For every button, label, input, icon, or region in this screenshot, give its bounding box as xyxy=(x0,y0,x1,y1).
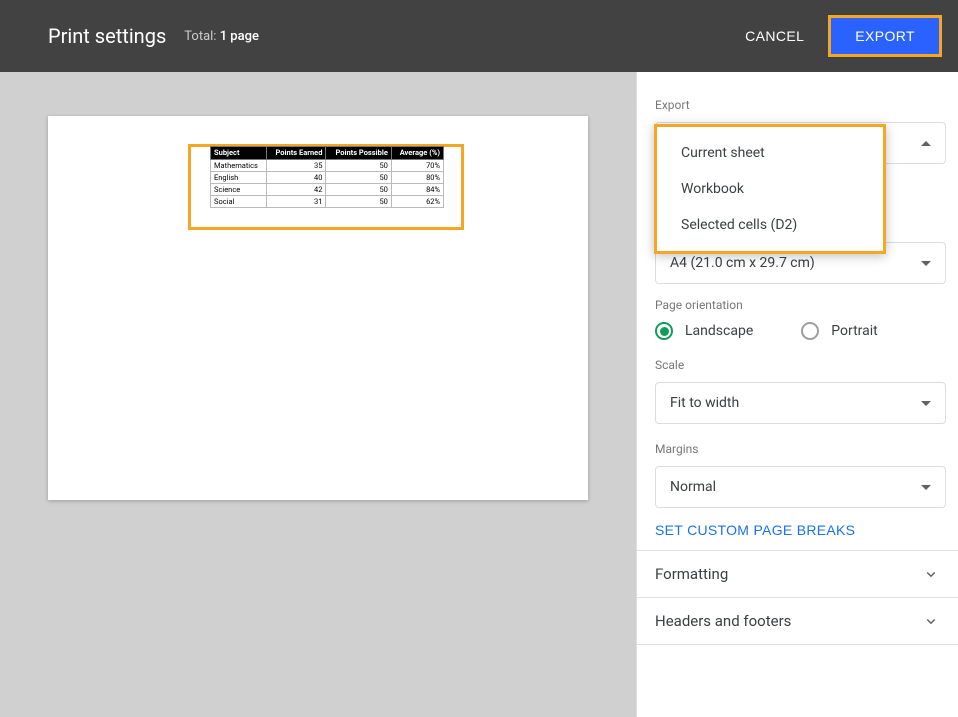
radio-unchecked-icon xyxy=(801,322,819,340)
scale-select[interactable]: Fit to width xyxy=(655,382,946,424)
orientation-landscape-radio[interactable]: Landscape xyxy=(655,322,753,340)
cancel-button[interactable]: CANCEL xyxy=(731,18,818,54)
content: Subject Points Earned Points Possible Av… xyxy=(0,72,958,717)
print-preview-page: Subject Points Earned Points Possible Av… xyxy=(48,116,588,500)
caret-down-icon xyxy=(921,485,931,490)
settings-panel: Export Current sheet Workbook Selected c… xyxy=(636,72,958,717)
export-option-current-sheet[interactable]: Current sheet xyxy=(657,135,883,171)
caret-down-icon xyxy=(921,401,931,406)
chevron-down-icon xyxy=(922,612,940,630)
export-button-highlight: EXPORT xyxy=(828,15,942,57)
caret-up-icon xyxy=(921,141,931,146)
export-section-label: Export xyxy=(655,98,946,112)
set-page-breaks-button[interactable]: SET CUSTOM PAGE BREAKS xyxy=(655,508,855,550)
headers-footers-section[interactable]: Headers and footers xyxy=(655,598,946,644)
total-pages: Total: 1 page xyxy=(184,29,259,44)
export-dropdown: Current sheet Workbook Selected cells (D… xyxy=(654,124,886,254)
formatting-section[interactable]: Formatting xyxy=(655,551,946,597)
export-option-workbook[interactable]: Workbook xyxy=(657,171,883,207)
chevron-down-icon xyxy=(922,565,940,583)
margins-label: Margins xyxy=(655,442,946,456)
table-row: Science425084% xyxy=(211,184,444,196)
table-row: English405080% xyxy=(211,172,444,184)
table-row: Mathematics355070% xyxy=(211,160,444,172)
header: Print settings Total: 1 page CANCEL EXPO… xyxy=(0,0,958,72)
export-select-row: Current sheet Workbook Selected cells (D… xyxy=(655,122,946,164)
margins-select[interactable]: Normal xyxy=(655,466,946,508)
export-button[interactable]: EXPORT xyxy=(831,18,939,54)
orientation-label: Page orientation xyxy=(655,298,946,312)
preview-area: Subject Points Earned Points Possible Av… xyxy=(0,72,636,717)
orientation-portrait-radio[interactable]: Portrait xyxy=(801,322,877,340)
page-title: Print settings xyxy=(48,24,166,48)
caret-down-icon xyxy=(921,261,931,266)
export-option-selected-cells[interactable]: Selected cells (D2) xyxy=(657,207,883,243)
radio-checked-icon xyxy=(655,322,673,340)
preview-table: Subject Points Earned Points Possible Av… xyxy=(210,146,444,208)
orientation-group: Landscape Portrait xyxy=(655,322,946,340)
table-row: Social315062% xyxy=(211,196,444,208)
scale-label: Scale xyxy=(655,358,946,372)
